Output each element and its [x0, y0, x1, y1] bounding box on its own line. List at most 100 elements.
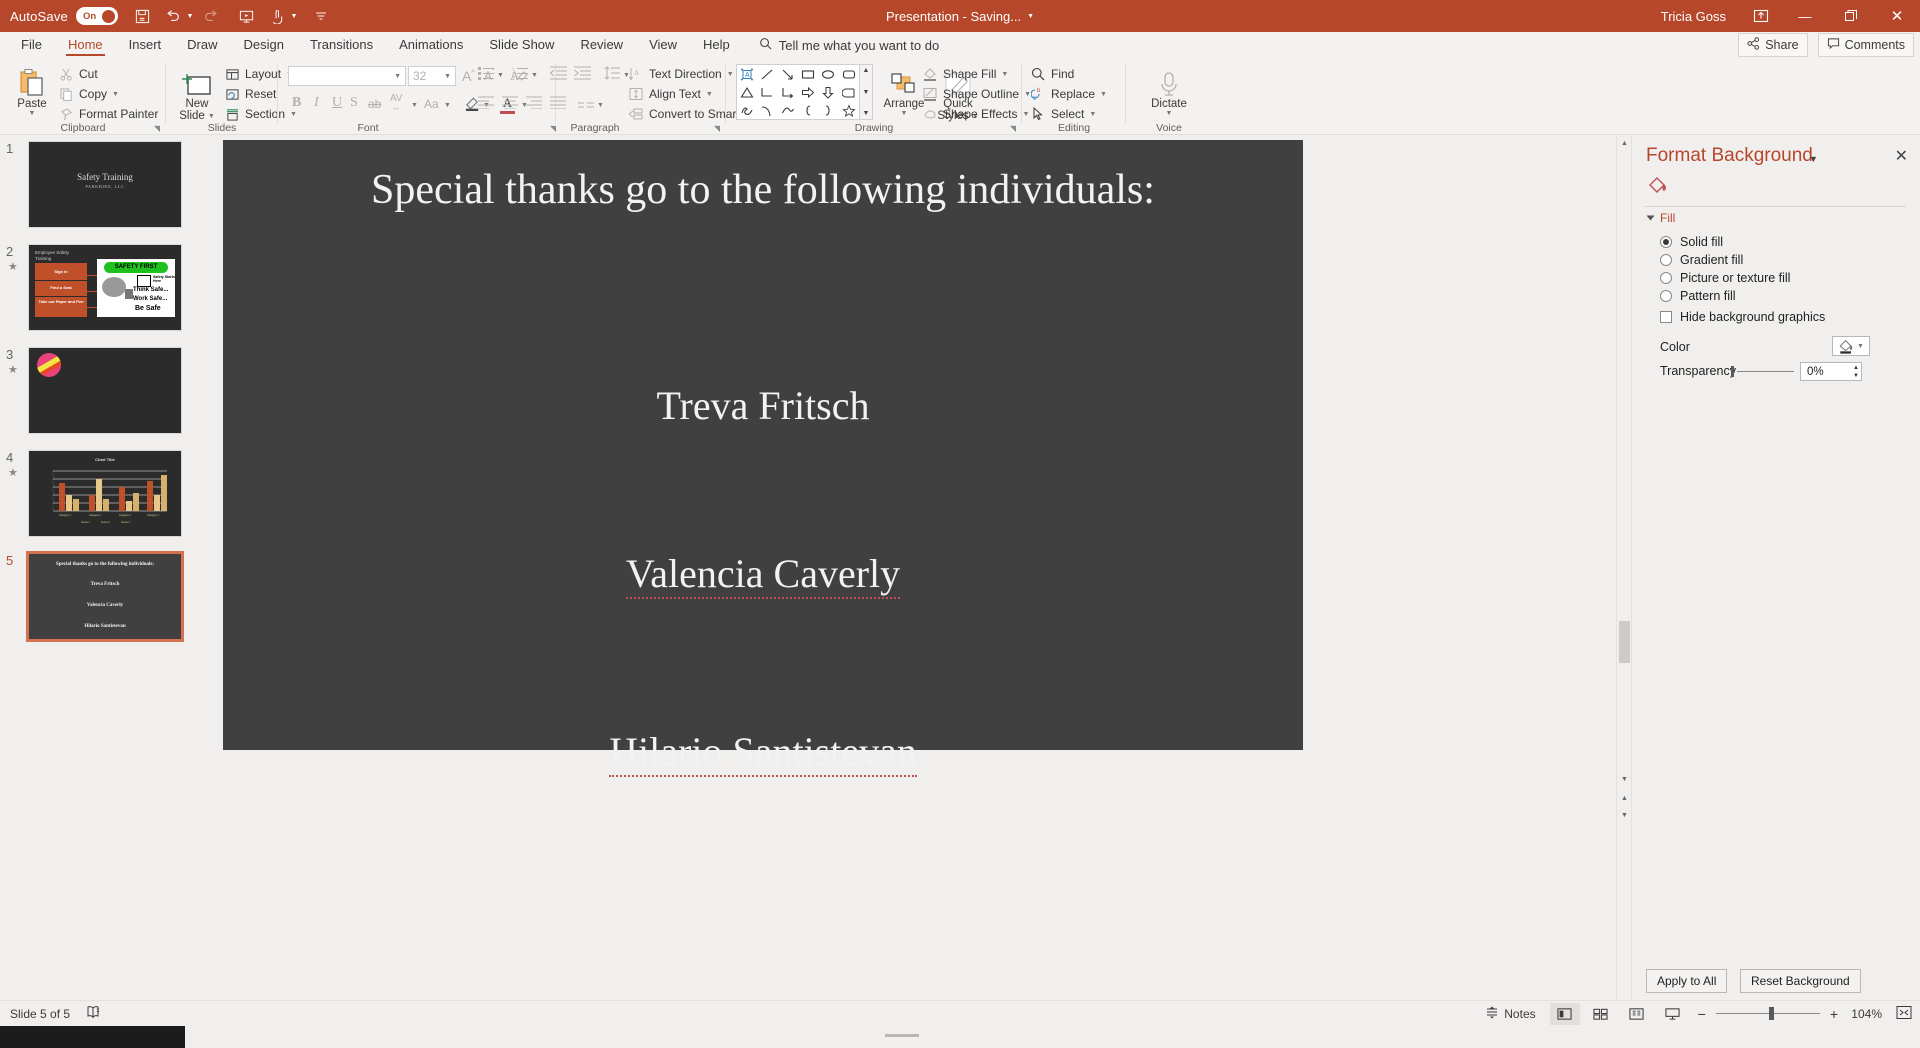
tab-slide-show[interactable]: Slide Show [476, 34, 567, 56]
shape-oval[interactable] [818, 65, 838, 83]
scroll-up-icon[interactable]: ▲ [1617, 136, 1632, 151]
shapes-more-icon[interactable]: ▼ [863, 110, 870, 117]
find-button[interactable]: Find [1030, 66, 1074, 82]
paragraph-dialog-launcher[interactable]: ◥ [714, 124, 720, 133]
canvas-vertical-scrollbar[interactable]: ▲ ▼ ▲ ▼ [1616, 136, 1632, 1026]
slideshow-view-icon[interactable] [1658, 1003, 1688, 1025]
tab-file[interactable]: File [8, 34, 55, 56]
redo-icon[interactable] [196, 3, 226, 29]
option-solid-fill[interactable]: Solid fill [1660, 235, 1723, 249]
zoom-level-label[interactable]: 104% [1848, 1007, 1882, 1021]
shape-flowchart-delay[interactable] [839, 83, 859, 101]
new-slide-button[interactable]: New Slide ▼ [174, 64, 220, 122]
tab-review[interactable]: Review [567, 34, 636, 56]
select-button[interactable]: Select ▼ [1030, 106, 1096, 122]
tab-design[interactable]: Design [231, 34, 297, 56]
shape-line[interactable] [757, 65, 777, 83]
fill-section-header[interactable]: Fill [1646, 211, 1675, 225]
shape-right-arrow[interactable] [798, 83, 818, 101]
close-button[interactable]: ✕ [1874, 0, 1920, 32]
document-title-caret[interactable]: ▼ [1027, 13, 1034, 20]
pane-close-icon[interactable]: ✕ [1895, 146, 1908, 166]
next-slide-button[interactable]: ▼ [1617, 808, 1632, 823]
notes-button[interactable]: Notes [1485, 1006, 1536, 1022]
gradient-fill-radio[interactable] [1660, 254, 1672, 266]
background-color-button[interactable]: ▼ [1832, 336, 1870, 356]
shape-elbow-connector[interactable] [757, 83, 777, 101]
slide-name-2[interactable]: Valencia Caverly [223, 550, 1303, 599]
fit-slide-to-window-icon[interactable] [1896, 1005, 1912, 1023]
thumbnail-slide-2[interactable]: Employee Safety Training Sign In Find a … [28, 244, 182, 331]
shape-scribble[interactable] [737, 101, 757, 119]
font-name-caret[interactable]: ▼ [394, 73, 401, 80]
accessibility-checker-icon[interactable]: x [86, 1005, 102, 1022]
transparency-spinner[interactable]: ▲ ▼ [1853, 364, 1859, 380]
thumbnail-slide-1[interactable]: Safety Training PARKBIKE, LLC [28, 141, 182, 228]
font-size-caret[interactable]: ▼ [444, 73, 451, 80]
thumbnail-row-1[interactable]: 1 Safety Training PARKBIKE, LLC [0, 141, 203, 236]
slide-sorter-icon[interactable] [1586, 1003, 1616, 1025]
pattern-fill-radio[interactable] [1660, 290, 1672, 302]
touch-mode-icon[interactable] [262, 3, 292, 29]
thumbnail-slide-4[interactable]: Chart Title Category 1 Category 2 Catego… [28, 450, 182, 537]
comments-button[interactable]: Comments [1817, 33, 1914, 57]
scroll-down-icon[interactable]: ▼ [1617, 772, 1632, 787]
transparency-spin-down-icon[interactable]: ▼ [1853, 372, 1859, 380]
option-picture-or-texture-fill[interactable]: Picture or texture fill [1660, 271, 1790, 285]
shape-triangle[interactable] [737, 83, 757, 101]
save-icon[interactable] [128, 3, 158, 29]
zoom-slider-handle[interactable] [1768, 1007, 1774, 1020]
previous-slide-button[interactable]: ▲ [1617, 791, 1632, 806]
customize-qat-icon[interactable] [306, 3, 336, 29]
shape-arrow[interactable] [778, 65, 798, 83]
paste-button[interactable]: Paste ▼ [10, 64, 54, 117]
clipboard-dialog-launcher[interactable]: ◥ [154, 124, 160, 133]
ribbon-display-options-icon[interactable] [1740, 0, 1782, 32]
replace-caret[interactable]: ▼ [1100, 91, 1107, 98]
thumbnail-row-5[interactable]: 5 Special thanks go to the following ind… [0, 551, 203, 648]
tab-insert[interactable]: Insert [116, 34, 175, 56]
font-size-input[interactable]: 32 ▼ [408, 66, 456, 86]
maximize-restore-button[interactable] [1828, 0, 1874, 32]
shapes-gallery-scrollbar[interactable]: ▲ ▼ ▼ [860, 64, 873, 120]
shape-right-brace[interactable] [818, 101, 838, 119]
shape-text-box[interactable]: A [737, 65, 757, 83]
tell-me-search[interactable]: Tell me what you want to do [743, 37, 939, 53]
new-slide-caret[interactable]: ▼ [208, 113, 215, 120]
normal-view-icon[interactable] [1549, 1002, 1580, 1025]
hide-background-graphics-checkbox[interactable] [1660, 311, 1672, 323]
shape-rectangle[interactable] [798, 65, 818, 83]
share-button[interactable]: Share [1738, 33, 1808, 57]
minimize-button[interactable]: — [1782, 0, 1828, 32]
slide-indicator[interactable]: Slide 5 of 5 [10, 1007, 70, 1021]
tab-animations[interactable]: Animations [386, 34, 476, 56]
reset-button[interactable]: Reset [224, 86, 276, 102]
shape-curve[interactable] [757, 101, 777, 119]
font-name-input[interactable]: ▼ [288, 66, 406, 86]
slide-thumbnail-pane[interactable]: 1 Safety Training PARKBIKE, LLC 2 ★ Empl… [0, 136, 203, 1026]
paste-caret[interactable]: ▼ [29, 110, 36, 117]
shape-rounded-rectangle[interactable] [839, 65, 859, 83]
option-pattern-fill[interactable]: Pattern fill [1660, 289, 1736, 303]
reading-view-icon[interactable] [1622, 1003, 1652, 1025]
tab-draw[interactable]: Draw [174, 34, 230, 56]
thumbnail-row-2[interactable]: 2 ★ Employee Safety Training Sign In Fin… [0, 244, 203, 339]
shape-elbow-arrow-connector[interactable] [778, 83, 798, 101]
thumbnail-slide-3[interactable] [28, 347, 182, 434]
undo-icon[interactable] [158, 3, 188, 29]
shapes-scroll-up-icon[interactable]: ▲ [863, 67, 870, 74]
arrange-caret[interactable]: ▼ [901, 110, 908, 117]
shape-left-brace[interactable] [798, 101, 818, 119]
slide-title-placeholder[interactable]: Special thanks go to the following indiv… [223, 166, 1303, 214]
tab-home[interactable]: Home [55, 34, 116, 56]
replace-button[interactable]: bc Replace ▼ [1030, 86, 1107, 102]
solid-fill-radio[interactable] [1660, 236, 1672, 248]
transparency-slider-handle[interactable] [1731, 366, 1734, 377]
current-slide[interactable]: Special thanks go to the following indiv… [223, 140, 1303, 777]
transparency-spin-up-icon[interactable]: ▲ [1853, 364, 1859, 372]
thumbnail-row-3[interactable]: 3 ★ [0, 347, 203, 442]
thumbnail-row-4[interactable]: 4 ★ Chart Title Category 1 Category 2 Ca… [0, 450, 203, 545]
start-slideshow-icon[interactable] [232, 3, 262, 29]
slide-name-3[interactable]: Hilario Santistevan [223, 728, 1303, 777]
shapes-scroll-down-icon[interactable]: ▼ [863, 89, 870, 96]
